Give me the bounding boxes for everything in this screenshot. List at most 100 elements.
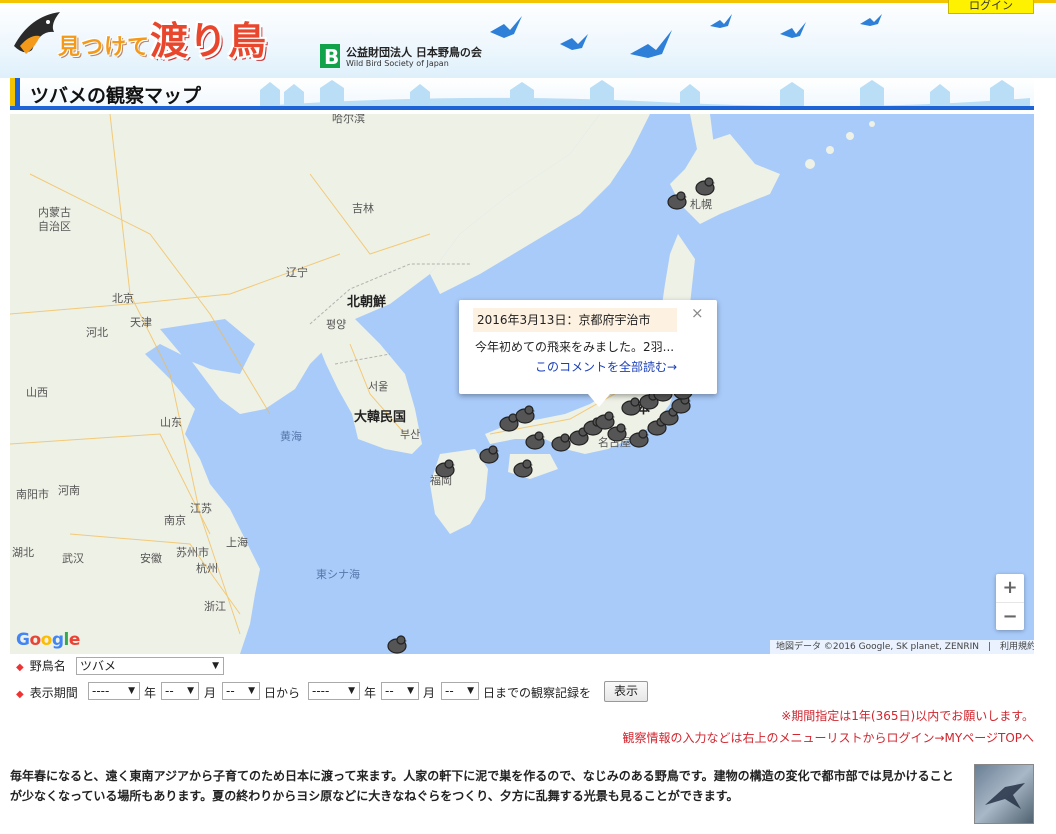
to-year-unit: 年 bbox=[364, 686, 377, 700]
svg-text:B: B bbox=[324, 45, 339, 69]
title-accent-blue bbox=[15, 78, 20, 106]
site-header: 見つけて渡り鳥 B 公益財団法人 日本野鳥の会 Wild Bird Societ… bbox=[0, 0, 1056, 78]
logo-big-text: 渡り鳥 bbox=[150, 19, 268, 63]
popup-close-icon[interactable]: × bbox=[691, 304, 704, 322]
map-label-anhui: 安徽 bbox=[140, 552, 162, 565]
bird-marker-icon[interactable] bbox=[386, 634, 408, 654]
show-button[interactable]: 表示 bbox=[604, 681, 648, 702]
chevron-down-icon: ▼ bbox=[128, 686, 135, 696]
map-attribution[interactable]: 地図データ ©2016 Google, SK planet, ZENRIN | … bbox=[770, 640, 1034, 654]
period-label: 表示期間 bbox=[29, 686, 78, 700]
period-row: ◆ 表示期間 bbox=[16, 684, 78, 701]
from-year-select[interactable]: ---- ▼ bbox=[88, 682, 140, 700]
observation-popup: 2016年3月13日：京都府宇治市 × 今年初めての飛来をみました。2羽... … bbox=[459, 300, 717, 407]
period-notice: ※期間指定は1年(365日)以内でお願いします。 bbox=[781, 709, 1034, 723]
map-label-south-korea: 大韓民国 bbox=[354, 410, 407, 425]
observation-map[interactable]: 哈尔滨 吉林 内蒙古 自治区 辽宁 北京 天津 河北 山西 山东 河南 安徽 江… bbox=[10, 114, 1034, 654]
map-label-shanxi: 山西 bbox=[26, 386, 48, 399]
map-label-liaoning: 辽宁 bbox=[286, 266, 308, 279]
map-label-wuhan: 武汉 bbox=[62, 552, 84, 565]
map-label-hangzhou: 杭州 bbox=[196, 562, 218, 575]
to-month-unit: 月 bbox=[423, 686, 436, 700]
map-label-beijing: 北京 bbox=[112, 292, 134, 305]
wbsj-logo-icon: B bbox=[320, 44, 340, 69]
map-label-jilin: 吉林 bbox=[352, 202, 374, 215]
from-day-value: -- bbox=[226, 684, 235, 698]
from-month-unit: 月 bbox=[204, 686, 217, 700]
from-day-select[interactable]: -- ▼ bbox=[222, 682, 260, 700]
bird-marker-icon[interactable] bbox=[514, 404, 536, 424]
chevron-down-icon: ▼ bbox=[212, 661, 219, 671]
chevron-down-icon: ▼ bbox=[467, 686, 474, 696]
zoom-out-button[interactable]: − bbox=[996, 602, 1024, 630]
org-name: 公益財団法人 日本野鳥の会 bbox=[346, 46, 482, 59]
google-logo[interactable]: Google bbox=[16, 630, 80, 650]
to-day-value: -- bbox=[445, 684, 454, 698]
map-label-shandong: 山东 bbox=[160, 416, 182, 429]
bird-name-value: ツバメ bbox=[80, 659, 117, 673]
map-label-hebei: 河北 bbox=[86, 326, 108, 339]
map-label-tianjin: 天津 bbox=[130, 316, 152, 329]
logo-small-text: 見つけて bbox=[58, 35, 151, 60]
popup-comment: 今年初めての飛来をみました。2羽... bbox=[475, 340, 675, 354]
login-notice[interactable]: 観察情報の入力などは右上のメニューリストからログイン→MYページTOPへ bbox=[622, 729, 1034, 746]
from-month-select[interactable]: -- ▼ bbox=[161, 682, 199, 700]
chevron-down-icon: ▼ bbox=[248, 686, 255, 696]
diamond-bullet-icon: ◆ bbox=[16, 662, 24, 673]
map-label-jiangsu: 江苏 bbox=[190, 502, 212, 515]
popup-date-location: 2016年3月13日：京都府宇治市 bbox=[473, 308, 677, 332]
bird-name-label: 野鳥名 bbox=[29, 659, 66, 673]
page-title: ツバメの観察マップ bbox=[30, 85, 202, 107]
from-text: 日から bbox=[264, 686, 301, 700]
map-label-pyongyang: 평양 bbox=[326, 318, 347, 331]
bird-marker-icon[interactable] bbox=[694, 176, 716, 196]
map-label-north-korea: 北朝鮮 bbox=[347, 295, 387, 310]
to-day-select[interactable]: -- ▼ bbox=[441, 682, 479, 700]
to-year-select[interactable]: ---- ▼ bbox=[308, 682, 360, 700]
to-year-value: ---- bbox=[312, 684, 330, 698]
map-label-inner-mongolia: 内蒙古 自治区 bbox=[38, 206, 71, 233]
page-title-bar: ツバメの観察マップ bbox=[10, 78, 1034, 110]
bird-marker-icon[interactable] bbox=[606, 422, 628, 442]
map-label-seoul: 서울 bbox=[368, 380, 389, 393]
map-label-busan: 부산 bbox=[400, 428, 421, 441]
map-label-nanyang: 南阳市 bbox=[16, 488, 49, 501]
species-description: 毎年春になると、遠く東南アジアから子育てのため日本に渡って来ます。人家の軒下に泥… bbox=[10, 769, 954, 803]
bird-marker-icon[interactable] bbox=[434, 458, 456, 478]
map-label-henan: 河南 bbox=[58, 484, 80, 497]
map-label-yellow-sea: 黄海 bbox=[280, 430, 302, 443]
from-month-value: -- bbox=[165, 684, 174, 698]
chevron-down-icon: ▼ bbox=[348, 686, 355, 696]
popup-read-all-link[interactable]: このコメントを全部読む→ bbox=[535, 358, 677, 375]
map-zoom-control: + − bbox=[996, 574, 1024, 630]
bird-marker-icon[interactable] bbox=[512, 458, 534, 478]
map-label-east-china-sea: 東シナ海 bbox=[316, 568, 360, 581]
chevron-down-icon: ▼ bbox=[407, 686, 414, 696]
map-label-suzhou: 苏州市 bbox=[176, 546, 209, 559]
org-name-english: Wild Bird Society of Japan bbox=[346, 59, 449, 68]
zoom-in-button[interactable]: + bbox=[996, 574, 1024, 602]
bird-marker-icon[interactable] bbox=[666, 190, 688, 210]
map-label-nanjing: 南京 bbox=[164, 514, 186, 527]
map-label-harbin: 哈尔滨 bbox=[332, 114, 365, 125]
diamond-bullet-icon: ◆ bbox=[16, 689, 24, 700]
bird-name-row: ◆ 野鳥名 bbox=[16, 657, 66, 674]
swallow-photo-thumbnail[interactable] bbox=[974, 764, 1034, 824]
site-logo[interactable]: 見つけて渡り鳥 bbox=[58, 10, 267, 65]
flying-birds-decoration bbox=[490, 14, 882, 58]
bird-name-select[interactable]: ツバメ ▼ bbox=[76, 657, 224, 675]
bird-marker-icon[interactable] bbox=[478, 444, 500, 464]
to-month-select[interactable]: -- ▼ bbox=[381, 682, 419, 700]
map-label-sapporo: 札幌 bbox=[690, 198, 712, 211]
houses-decoration bbox=[260, 80, 1030, 106]
map-label-zhejiang: 浙江 bbox=[204, 600, 226, 613]
login-button[interactable]: ログイン bbox=[948, 0, 1034, 14]
chevron-down-icon: ▼ bbox=[187, 686, 194, 696]
swallow-photo-icon bbox=[985, 783, 1025, 809]
map-label-hubei: 湖北 bbox=[12, 546, 34, 559]
from-year-unit: 年 bbox=[144, 686, 157, 700]
bird-marker-icon[interactable] bbox=[524, 430, 546, 450]
map-label-shanghai: 上海 bbox=[226, 536, 248, 549]
to-month-value: -- bbox=[385, 684, 394, 698]
from-year-value: ---- bbox=[92, 684, 110, 698]
